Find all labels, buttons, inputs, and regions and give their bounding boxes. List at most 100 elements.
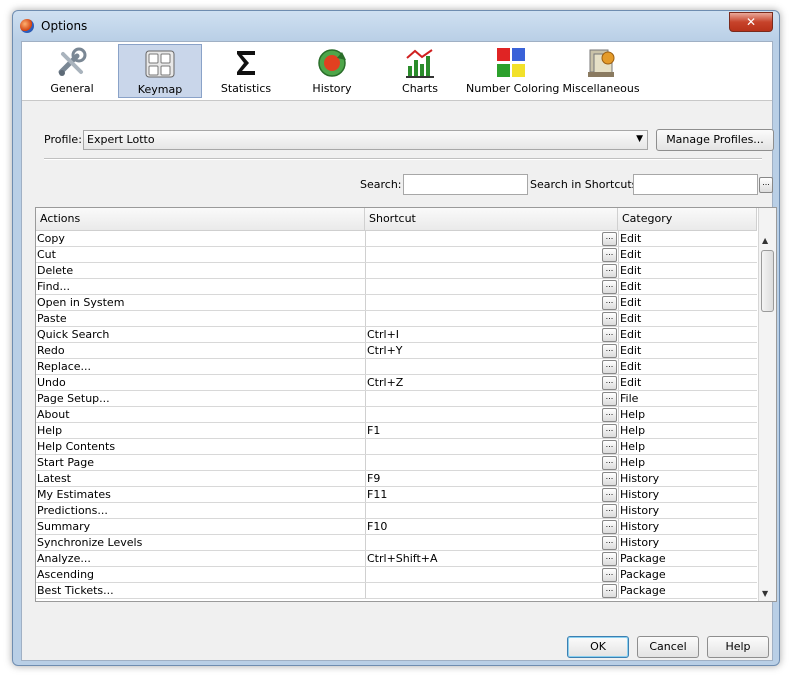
edit-shortcut-button[interactable]: ... [602,264,617,278]
action-cell[interactable]: Analyze... [36,551,365,566]
action-cell[interactable]: About [36,407,365,422]
table-row[interactable]: Analyze... Ctrl+Shift+A... Package [36,551,757,567]
tab-charts[interactable]: Charts [384,44,456,96]
action-cell[interactable]: Copy [36,231,365,246]
action-cell[interactable]: Quick Search [36,327,365,342]
action-cell[interactable]: Replace... [36,359,365,374]
table-row[interactable]: Open in System... Edit [36,295,757,311]
shortcut-cell[interactable] [365,567,620,582]
table-row[interactable]: Replace...... Edit [36,359,757,375]
table-row[interactable]: About... Help [36,407,757,423]
action-cell[interactable]: Cut [36,247,365,262]
column-header-category[interactable]: Category [618,208,757,230]
shortcut-cell[interactable] [365,311,620,326]
manage-profiles-button[interactable]: Manage Profiles... [656,129,774,151]
shortcut-cell[interactable] [365,263,620,278]
table-row[interactable]: Paste... Edit [36,311,757,327]
shortcut-cell[interactable]: F9 [365,471,620,486]
edit-shortcut-button[interactable]: ... [602,456,617,470]
chevron-down-icon[interactable]: ▼ [636,134,643,144]
table-row[interactable]: Delete... Edit [36,263,757,279]
edit-shortcut-button[interactable]: ... [602,344,617,358]
table-row[interactable]: Ascending... Package [36,567,757,583]
title-bar[interactable]: Options ✕ [13,11,779,41]
action-cell[interactable]: Synchronize Levels [36,535,365,550]
shortcut-cell[interactable] [365,231,620,246]
table-row[interactable]: Summary F10... History [36,519,757,535]
action-cell[interactable]: Undo [36,375,365,390]
table-row[interactable]: Help F1... Help [36,423,757,439]
edit-shortcut-button[interactable]: ... [602,568,617,582]
cancel-button[interactable]: Cancel [637,636,699,658]
edit-shortcut-button[interactable]: ... [602,440,617,454]
edit-shortcut-button[interactable]: ... [602,360,617,374]
edit-shortcut-button[interactable]: ... [602,232,617,246]
edit-shortcut-button[interactable]: ... [602,328,617,342]
action-cell[interactable]: Redo [36,343,365,358]
action-cell[interactable]: Find... [36,279,365,294]
vertical-scrollbar[interactable]: ▲ ▼ [758,208,776,601]
action-cell[interactable]: Predictions... [36,503,365,518]
table-row[interactable]: Best Tickets...... Package [36,583,757,599]
shortcut-cell[interactable] [365,439,620,454]
edit-shortcut-button[interactable]: ... [602,488,617,502]
shortcut-cell[interactable]: Ctrl+Y [365,343,620,358]
action-cell[interactable]: Open in System [36,295,365,310]
action-cell[interactable]: Page Setup... [36,391,365,406]
shortcut-cell[interactable]: F1 [365,423,620,438]
action-cell[interactable]: Ascending [36,567,365,582]
shortcut-cell[interactable] [365,407,620,422]
table-row[interactable]: My Estimates F11... History [36,487,757,503]
shortcut-cell[interactable] [365,535,620,550]
table-row[interactable]: Help Contents... Help [36,439,757,455]
search-shortcuts-input[interactable] [633,174,758,195]
tab-general[interactable]: General [36,44,108,96]
table-row[interactable]: Quick Search Ctrl+I... Edit [36,327,757,343]
shortcut-cell[interactable] [365,295,620,310]
shortcut-cell[interactable] [365,391,620,406]
ok-button[interactable]: OK [567,636,629,658]
action-cell[interactable]: Best Tickets... [36,583,365,598]
column-header-actions[interactable]: Actions [36,208,365,230]
table-row[interactable]: Find...... Edit [36,279,757,295]
edit-shortcut-button[interactable]: ... [602,296,617,310]
edit-shortcut-button[interactable]: ... [602,536,617,550]
edit-shortcut-button[interactable]: ... [602,408,617,422]
edit-shortcut-button[interactable]: ... [602,424,617,438]
help-button[interactable]: Help [707,636,769,658]
shortcut-cell[interactable]: Ctrl+Z [365,375,620,390]
table-row[interactable]: Synchronize Levels... History [36,535,757,551]
table-row[interactable]: Undo Ctrl+Z... Edit [36,375,757,391]
action-cell[interactable]: Summary [36,519,365,534]
action-cell[interactable]: Help [36,423,365,438]
edit-shortcut-button[interactable]: ... [602,280,617,294]
shortcut-cell[interactable] [365,359,620,374]
profile-dropdown[interactable]: Expert Lotto ▼ [83,130,648,150]
shortcut-picker-button[interactable]: ... [759,177,773,193]
table-row[interactable]: Page Setup...... File [36,391,757,407]
action-cell[interactable]: Help Contents [36,439,365,454]
tab-miscellaneous[interactable]: Miscellaneous [560,44,642,96]
edit-shortcut-button[interactable]: ... [602,392,617,406]
table-row[interactable]: Latest F9... History [36,471,757,487]
search-input[interactable] [403,174,528,195]
edit-shortcut-button[interactable]: ... [602,312,617,326]
tab-keymap[interactable]: Keymap [118,44,202,98]
shortcut-cell[interactable]: Ctrl+I [365,327,620,342]
table-row[interactable]: Copy... Edit [36,231,757,247]
action-cell[interactable]: Start Page [36,455,365,470]
edit-shortcut-button[interactable]: ... [602,552,617,566]
action-cell[interactable]: Delete [36,263,365,278]
tab-statistics[interactable]: Statistics [210,44,282,96]
shortcut-cell[interactable]: Ctrl+Shift+A [365,551,620,566]
tab-number-coloring[interactable]: Number Coloring [466,44,559,96]
shortcut-cell[interactable]: F11 [365,487,620,502]
scroll-up-icon[interactable]: ▲ [762,236,768,245]
tab-history[interactable]: History [296,44,368,96]
action-cell[interactable]: Paste [36,311,365,326]
edit-shortcut-button[interactable]: ... [602,248,617,262]
edit-shortcut-button[interactable]: ... [602,520,617,534]
shortcut-cell[interactable] [365,583,620,598]
edit-shortcut-button[interactable]: ... [602,472,617,486]
column-header-shortcut[interactable]: Shortcut [365,208,618,230]
